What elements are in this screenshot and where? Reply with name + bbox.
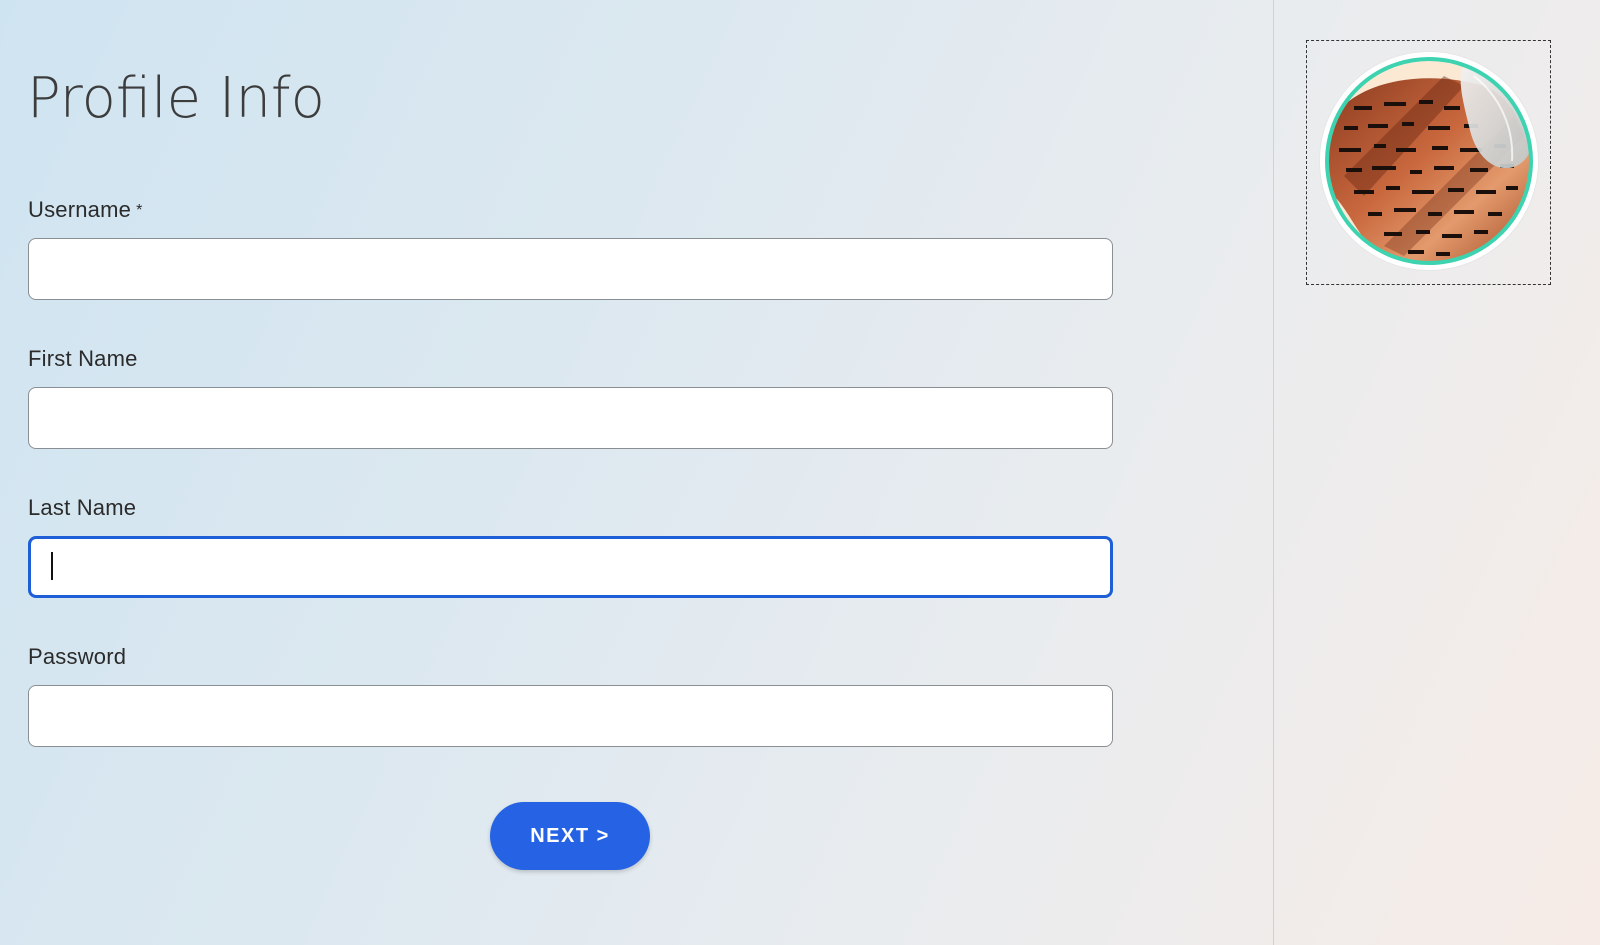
last-name-input[interactable]	[28, 536, 1113, 598]
password-input[interactable]	[28, 685, 1113, 747]
last-name-label: Last Name	[28, 495, 137, 520]
last-name-field-group: Last Name	[28, 493, 1113, 598]
username-input[interactable]	[28, 238, 1113, 300]
password-label: Password	[28, 644, 127, 669]
first-name-input[interactable]	[28, 387, 1113, 449]
profile-photo-icon	[1325, 57, 1533, 265]
first-name-label: First Name	[28, 346, 138, 371]
password-field-group: Password	[28, 642, 1113, 747]
profile-info-page: Profile Info Username * First Name Last N…	[0, 0, 1600, 945]
required-star-icon: *	[136, 202, 143, 219]
username-label-text: Username	[28, 197, 132, 222]
next-button[interactable]: NEXT >	[490, 802, 650, 870]
panel-divider	[1273, 0, 1274, 945]
username-field-group: Username *	[28, 195, 1113, 300]
first-name-field-group: First Name	[28, 344, 1113, 449]
avatar-upload-dropzone[interactable]	[1306, 40, 1551, 285]
last-name-input-wrapper	[28, 536, 1113, 598]
avatar[interactable]	[1320, 52, 1538, 270]
username-label: Username *	[28, 195, 1113, 225]
text-caret	[51, 552, 53, 580]
page-title: Profile Info	[27, 66, 325, 131]
